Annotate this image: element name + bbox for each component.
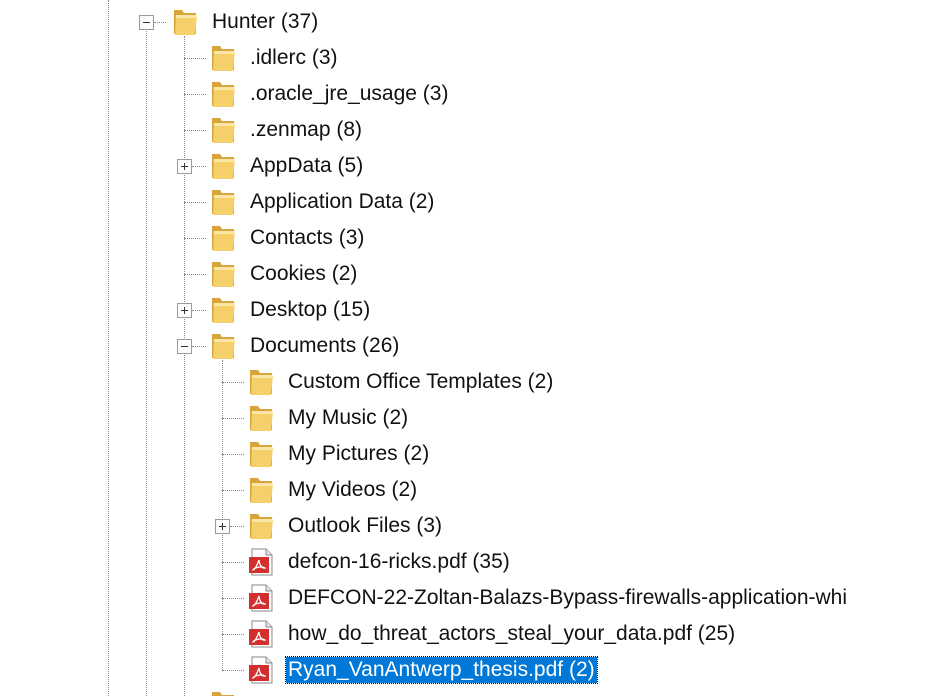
folder-icon bbox=[246, 438, 276, 470]
tree-item-label[interactable]: defcon-16-ricks.pdf (35) bbox=[286, 549, 512, 575]
tree-item-label[interactable]: Desktop (15) bbox=[248, 297, 372, 323]
folder-icon bbox=[208, 330, 238, 362]
tree-item-label[interactable]: Custom Office Templates (2) bbox=[286, 369, 555, 395]
folder-icon bbox=[246, 474, 276, 506]
tree-item-label[interactable]: .idlerc (3) bbox=[248, 45, 340, 71]
folder-icon bbox=[246, 402, 276, 434]
collapse-hunter-button[interactable] bbox=[139, 15, 154, 30]
tree-item-label[interactable]: Outlook Files (3) bbox=[286, 513, 444, 539]
level1-connector-line bbox=[192, 166, 206, 167]
tree-item-label[interactable]: Application Data (2) bbox=[248, 189, 436, 215]
level2-connector-line bbox=[222, 418, 244, 419]
expand-outlook-files-button[interactable] bbox=[215, 519, 230, 534]
level1-connector-line bbox=[192, 310, 206, 311]
folder-icon bbox=[208, 42, 238, 74]
folder-icon bbox=[208, 114, 238, 146]
level2-connector-line bbox=[222, 598, 244, 599]
tree-item-label[interactable]: My Pictures (2) bbox=[286, 441, 431, 467]
folder-icon bbox=[208, 186, 238, 218]
expander-plus-bar bbox=[222, 523, 223, 530]
folder-icon bbox=[208, 150, 238, 182]
tree-item-label[interactable]: .oracle_jre_usage (3) bbox=[248, 81, 450, 107]
tree-item-label[interactable]: My Videos (2) bbox=[286, 477, 419, 503]
expand-item-button[interactable] bbox=[177, 303, 192, 318]
level2-guide-line bbox=[222, 360, 223, 670]
level2-connector-line bbox=[222, 490, 244, 491]
level1-connector-line bbox=[184, 94, 206, 95]
level2-connector-line bbox=[230, 526, 244, 527]
expander-minus-bar bbox=[181, 346, 188, 347]
level2-connector-line bbox=[222, 382, 244, 383]
tree-item-label[interactable]: DEFCON-22-Zoltan-Balazs-Bypass-firewalls… bbox=[286, 585, 849, 611]
level1-connector-line bbox=[184, 274, 206, 275]
folder-icon bbox=[246, 510, 276, 542]
root-connector-line bbox=[154, 22, 166, 23]
tree-item-label[interactable]: AppData (5) bbox=[248, 153, 365, 179]
expander-plus-bar bbox=[184, 307, 185, 314]
folder-icon bbox=[170, 6, 200, 38]
tree-item-label[interactable]: My Music (2) bbox=[286, 405, 410, 431]
ancestor-guide-line bbox=[108, 0, 109, 696]
folder-icon bbox=[208, 294, 238, 326]
expander-plus-bar bbox=[184, 163, 185, 170]
tree-item-label[interactable]: how_do_threat_actors_steal_your_data.pdf… bbox=[286, 621, 737, 647]
collapse-item-button[interactable] bbox=[177, 339, 192, 354]
tree-item-label[interactable]: Documents (26) bbox=[248, 333, 401, 359]
tree-item-label[interactable]: Contacts (3) bbox=[248, 225, 366, 251]
level1-connector-line bbox=[184, 238, 206, 239]
level1-connector-line bbox=[184, 58, 206, 59]
tree-item-label[interactable]: .zenmap (8) bbox=[248, 117, 364, 143]
level2-connector-line bbox=[222, 670, 244, 671]
pdf-file-icon bbox=[246, 546, 276, 578]
level1-connector-line bbox=[184, 130, 206, 131]
selected-item-label[interactable]: Ryan_VanAntwerp_thesis.pdf (2) bbox=[285, 656, 598, 684]
expander-minus-bar bbox=[143, 22, 150, 23]
pdf-file-icon bbox=[246, 618, 276, 650]
level2-connector-line bbox=[222, 454, 244, 455]
level2-connector-line bbox=[222, 562, 244, 563]
folder-icon bbox=[246, 366, 276, 398]
folder-tree: Hunter (37) .idlerc (3) .oracle_jre_usage … bbox=[0, 0, 938, 696]
level1-connector-line bbox=[192, 346, 206, 347]
level1-guide-line bbox=[184, 36, 185, 696]
level2-connector-line bbox=[222, 634, 244, 635]
root-sibling-guide-line bbox=[146, 22, 147, 696]
folder-icon bbox=[208, 222, 238, 254]
expand-item-button[interactable] bbox=[177, 159, 192, 174]
tree-item-label[interactable]: Cookies (2) bbox=[248, 261, 359, 287]
folder-icon bbox=[208, 258, 238, 290]
pdf-file-icon bbox=[246, 582, 276, 614]
level1-connector-line bbox=[184, 202, 206, 203]
folder-icon bbox=[208, 688, 238, 696]
tree-item-label[interactable]: Hunter (37) bbox=[210, 9, 320, 35]
pdf-file-icon bbox=[246, 654, 276, 686]
folder-icon bbox=[208, 78, 238, 110]
